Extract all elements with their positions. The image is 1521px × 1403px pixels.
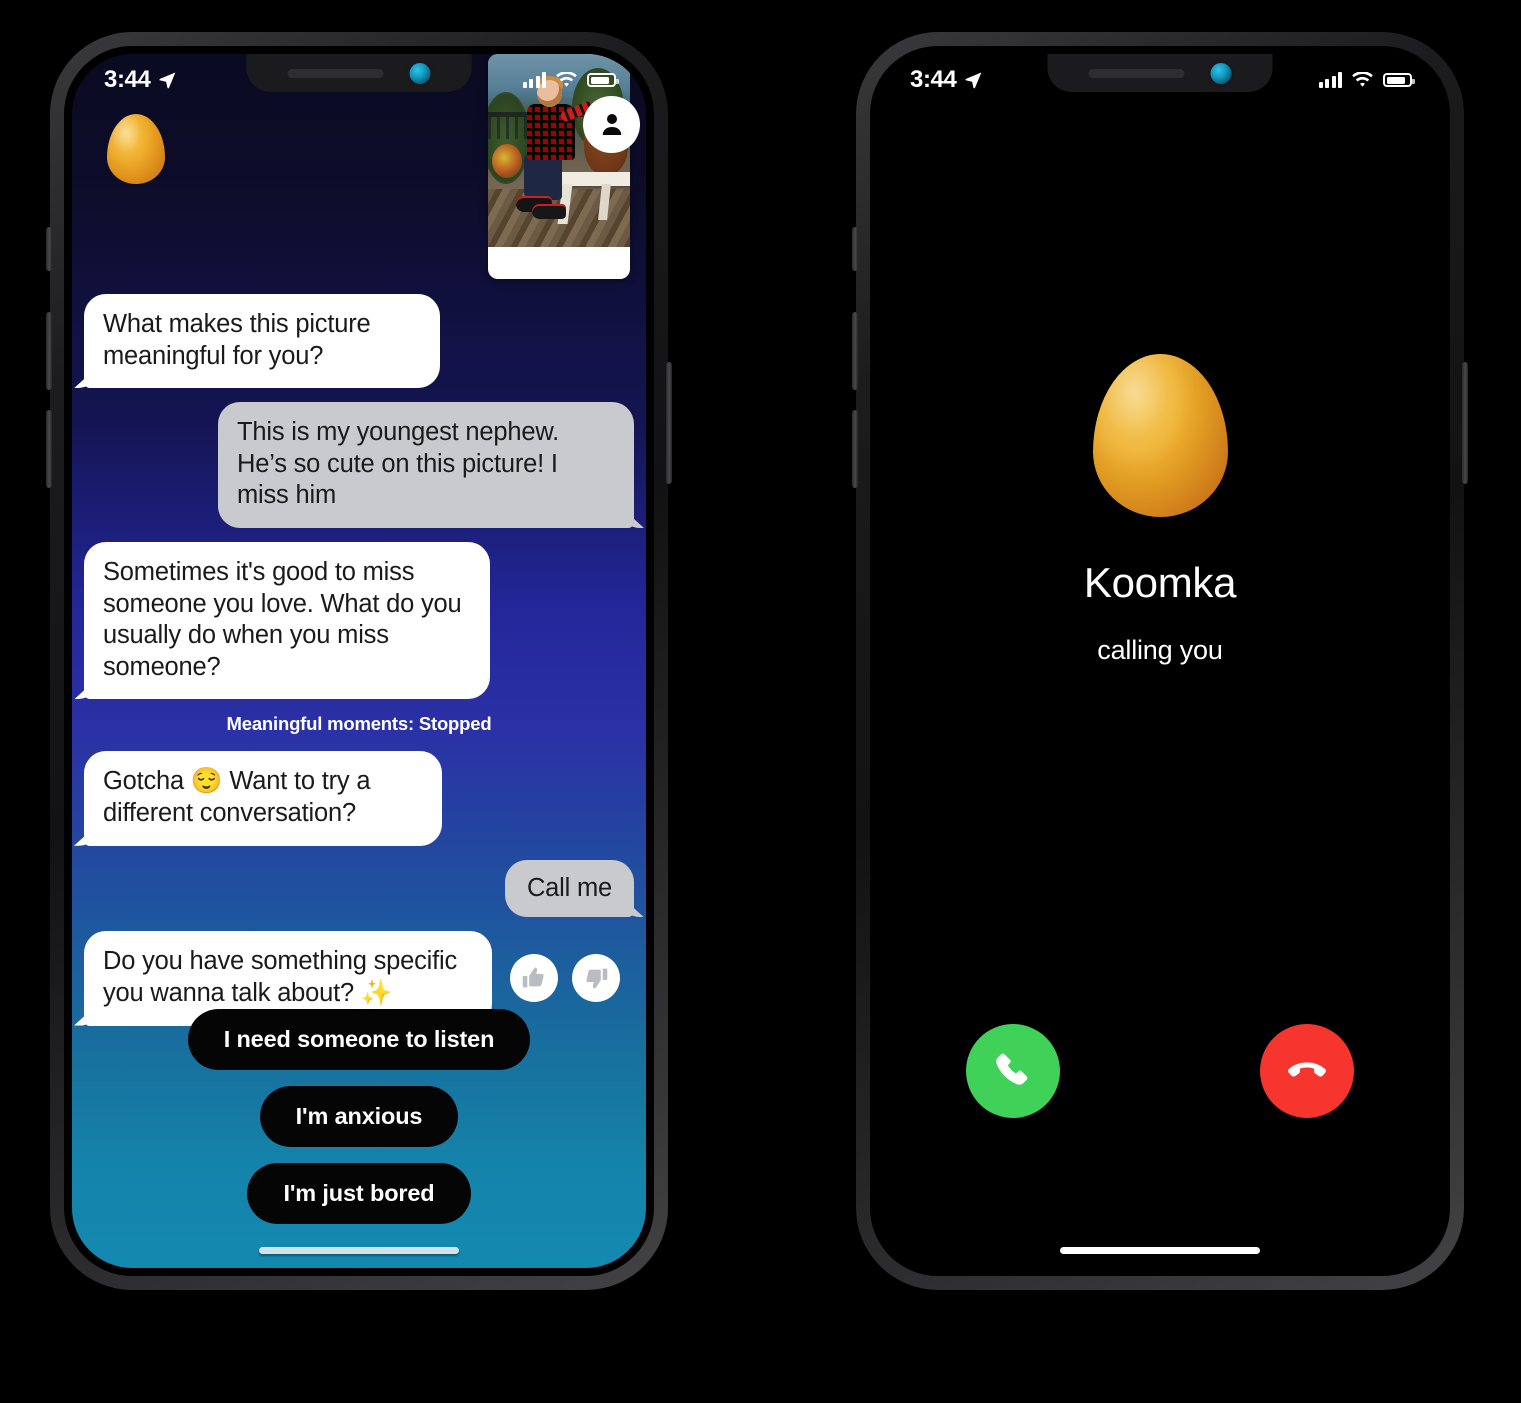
- call-action-buttons: [878, 1024, 1442, 1118]
- phone-bezel: 3:44: [870, 46, 1450, 1276]
- front-camera-icon: [409, 62, 431, 84]
- volume-up-button[interactable]: [852, 312, 858, 390]
- earpiece-speaker-icon: [287, 68, 384, 78]
- incoming-call-view: 3:44 Koomka calling you: [878, 54, 1442, 1268]
- status-bar-left: 3:44: [104, 66, 177, 94]
- battery-icon: [1383, 73, 1415, 87]
- location-arrow-icon: [159, 72, 176, 89]
- power-button[interactable]: [1462, 362, 1468, 484]
- cellular-signal-icon: [522, 72, 546, 88]
- call-screen: 3:44 Koomka calling you: [878, 54, 1442, 1268]
- thumbs-up-icon: [522, 967, 544, 988]
- chat-screen: 3:44 What makes this picture meaningful …: [72, 54, 646, 1268]
- volume-down-button[interactable]: [46, 410, 52, 488]
- feedback-buttons: [510, 954, 620, 1003]
- accept-call-button[interactable]: [966, 1024, 1060, 1118]
- screenshot-stage: 3:44 What makes this picture meaningful …: [0, 0, 1521, 1403]
- message-bubble-incoming[interactable]: Gotcha 😌 Want to try a different convers…: [84, 751, 442, 846]
- wifi-icon: [556, 71, 577, 87]
- message-bubble-incoming[interactable]: Sometimes it's good to miss someone you …: [84, 542, 490, 700]
- quick-reply-button[interactable]: I'm just bored: [247, 1163, 471, 1224]
- volume-up-button[interactable]: [46, 312, 52, 390]
- message-row: What makes this picture meaningful for y…: [84, 294, 634, 389]
- call-status-text: calling you: [1097, 635, 1223, 665]
- home-indicator[interactable]: [1060, 1247, 1260, 1254]
- message-row: Call me: [84, 859, 634, 918]
- message-bubble-incoming[interactable]: What makes this picture meaningful for y…: [84, 294, 440, 389]
- message-row: This is my youngest nephew. He’s so cute…: [84, 402, 634, 529]
- device-notch: [246, 54, 472, 92]
- status-time: 3:44: [104, 66, 151, 93]
- caller-name: Koomka: [1083, 559, 1237, 606]
- profile-button[interactable]: [583, 96, 640, 153]
- mute-switch-button[interactable]: [46, 227, 52, 271]
- mute-switch-button[interactable]: [852, 227, 858, 271]
- message-bubble-outgoing[interactable]: Call me: [504, 859, 634, 918]
- system-status-note: Meaningful moments: Stopped: [226, 713, 492, 735]
- message-row: Sometimes it's good to miss someone you …: [84, 542, 634, 700]
- battery-icon: [587, 73, 619, 87]
- status-time: 3:44: [910, 66, 957, 93]
- phone-device-chat: 3:44 What makes this picture meaningful …: [46, 32, 672, 1290]
- wifi-icon: [1352, 71, 1373, 87]
- phone-handset-icon: [996, 1053, 1028, 1085]
- device-notch: [1047, 54, 1273, 92]
- location-arrow-icon: [965, 72, 982, 89]
- status-bar-right: [522, 71, 619, 89]
- thumbs-down-icon: [586, 968, 608, 989]
- power-button[interactable]: [666, 362, 672, 484]
- person-icon: [602, 113, 621, 135]
- status-bar-right: [1318, 71, 1415, 89]
- chat-background: 3:44 What makes this picture meaningful …: [72, 54, 646, 1268]
- thumbs-up-button[interactable]: [510, 954, 558, 1003]
- decline-call-button[interactable]: [1260, 1024, 1354, 1118]
- message-bubble-outgoing[interactable]: This is my youngest nephew. He’s so cute…: [218, 402, 634, 529]
- volume-down-button[interactable]: [852, 410, 858, 488]
- cellular-signal-icon: [1318, 72, 1342, 88]
- front-camera-icon: [1210, 62, 1232, 84]
- quick-reply-list: I need someone to listen I'm anxious I'm…: [72, 1009, 646, 1224]
- quick-reply-button[interactable]: I'm anxious: [259, 1086, 459, 1147]
- egg-avatar: [107, 114, 165, 184]
- phone-bezel: 3:44: [64, 46, 654, 1276]
- message-row: Gotcha 😌 Want to try a different convers…: [84, 751, 634, 846]
- quick-reply-button[interactable]: I need someone to listen: [187, 1009, 531, 1070]
- caller-egg-avatar: [1092, 354, 1228, 517]
- phone-hangup-icon: [1288, 1062, 1326, 1077]
- status-bar-left: 3:44: [910, 66, 983, 94]
- home-indicator[interactable]: [259, 1247, 459, 1254]
- phone-device-call: 3:44 Koomka calling you: [852, 32, 1468, 1290]
- earpiece-speaker-icon: [1088, 68, 1185, 78]
- thumbs-down-button[interactable]: [572, 954, 620, 1003]
